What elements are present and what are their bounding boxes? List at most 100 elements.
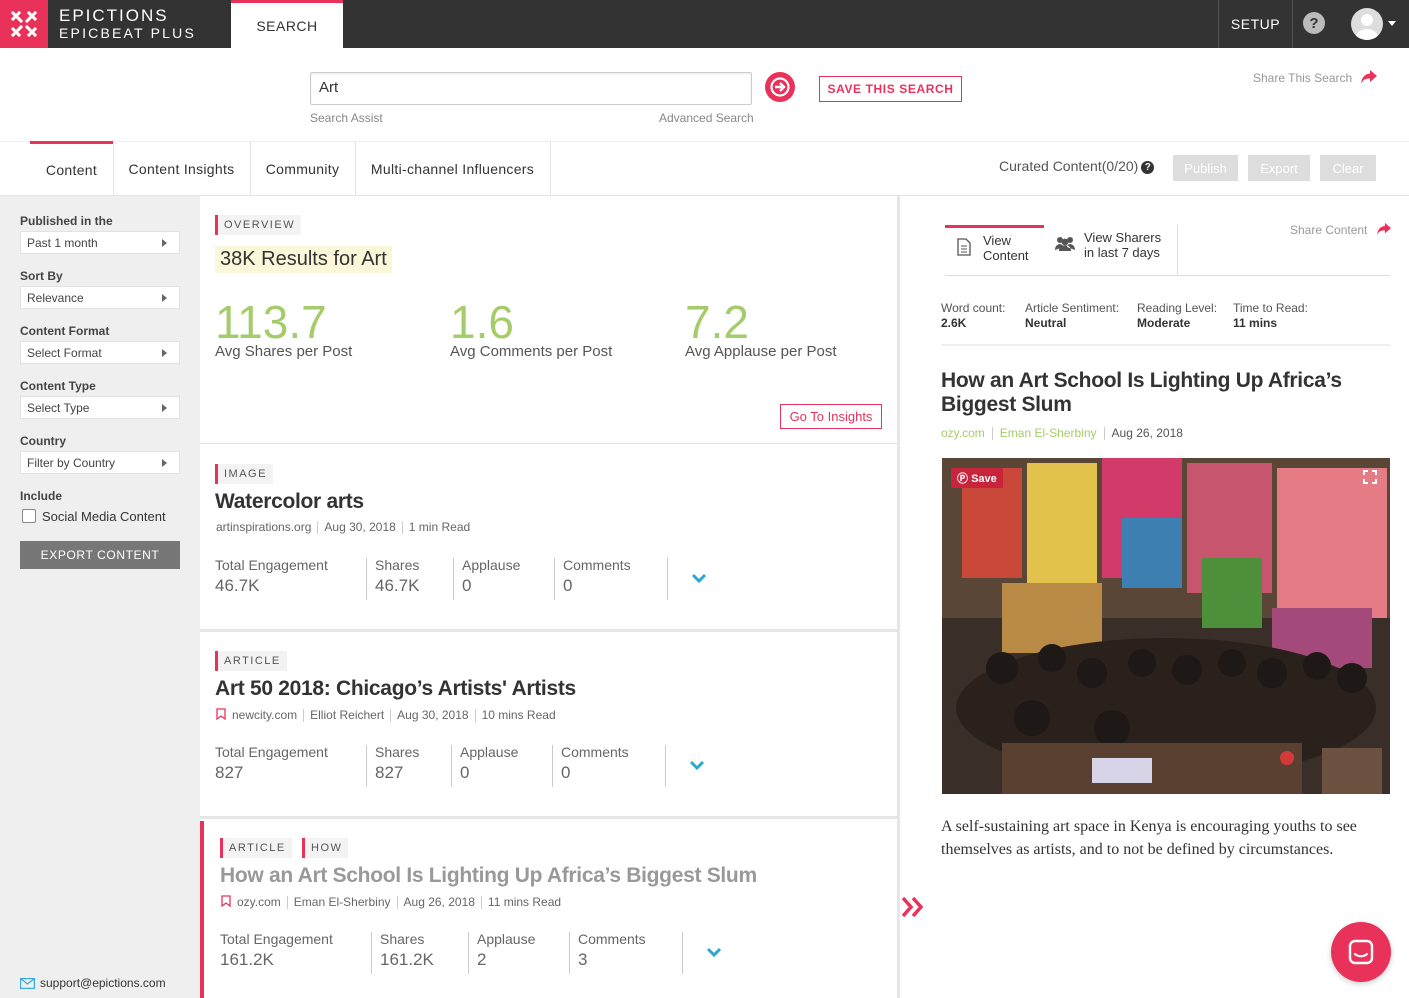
article-author[interactable]: Eman El-Sherbiny	[991, 427, 1104, 440]
tab-multichannel-influencers[interactable]: Multi-channel Influencers	[355, 142, 550, 196]
comments-stat: Comments 3	[578, 931, 646, 970]
save-search-button[interactable]: SAVE THIS SEARCH	[819, 76, 962, 102]
total-engagement-value: 827	[215, 763, 244, 782]
card-date: Aug 30, 2018	[317, 521, 401, 534]
detail-divider	[941, 344, 1390, 346]
card-type-tag: ARTICLE	[220, 838, 292, 858]
time-to-read-stat: Time to Read: 11 mins	[1233, 301, 1308, 330]
support-link[interactable]: support@epictions.com	[20, 976, 166, 990]
pinterest-icon: Ⓟ	[957, 473, 968, 485]
format-select[interactable]: Select Format	[20, 341, 180, 364]
time-to-read-value: 11 mins	[1233, 316, 1278, 330]
applause-stat: Applause 0	[462, 557, 520, 596]
share-icon[interactable]	[1360, 69, 1378, 85]
tab-community[interactable]: Community	[250, 142, 355, 196]
social-media-label: Social Media Content	[42, 509, 166, 524]
total-engagement-value: 46.7K	[215, 576, 260, 595]
stat-divider	[453, 558, 454, 600]
published-select[interactable]: Past 1 month	[20, 231, 180, 254]
pin-save-button[interactable]: Ⓟ Save	[951, 468, 1003, 488]
chevron-down-icon[interactable]	[691, 573, 707, 584]
sentiment-label: Article Sentiment:	[1025, 301, 1120, 315]
clear-button[interactable]: Clear	[1320, 155, 1376, 181]
card-source[interactable]: newcity.com	[232, 709, 303, 722]
word-count-stat: Word count: 2.6K	[941, 301, 1005, 330]
total-engagement: Total Engagement 46.7K	[215, 557, 328, 596]
pin-save-label: Save	[971, 473, 997, 485]
bookmark-icon[interactable]	[221, 895, 237, 910]
reading-level-value: Moderate	[1137, 316, 1191, 330]
export-button[interactable]: Export	[1248, 155, 1310, 181]
chevron-down-icon[interactable]	[706, 947, 722, 958]
double-chevron-right-icon[interactable]	[900, 895, 926, 919]
nav-search-tab[interactable]: SEARCH	[231, 0, 343, 48]
tab-view-content[interactable]: View Content	[945, 225, 1044, 275]
filter-label-type: Content Type	[20, 379, 96, 393]
card-meta: newcity.com Elliot Reichert Aug 30, 2018…	[216, 708, 562, 723]
article-source[interactable]: ozy.com	[941, 427, 992, 440]
chat-launcher-button[interactable]	[1331, 922, 1391, 982]
curated-content-text: Curated Content(0/20)	[999, 158, 1139, 174]
stat-divider	[366, 558, 367, 600]
applause-value: 0	[460, 763, 470, 782]
brand-line-2: EPICBEAT PLUS	[59, 25, 197, 41]
card-read-time: 1 min Read	[401, 521, 476, 534]
stat-divider	[569, 932, 570, 974]
article-description: A self-sustaining art space in Kenya is …	[941, 818, 1357, 858]
tab-underline	[945, 275, 1390, 276]
tab-content-insights[interactable]: Content Insights	[113, 142, 250, 196]
fullscreen-icon[interactable]	[1363, 470, 1377, 484]
tab-view-sharers[interactable]: View Sharers in last 7 days	[1044, 225, 1178, 275]
export-content-button[interactable]: EXPORT CONTENT	[20, 541, 180, 569]
avatar[interactable]	[1351, 8, 1383, 40]
search-input[interactable]: Art	[310, 72, 752, 105]
stat-divider	[451, 745, 452, 787]
share-icon[interactable]	[1376, 222, 1392, 236]
card-date: Aug 30, 2018	[390, 709, 474, 722]
go-to-insights-button[interactable]: Go To Insights	[780, 404, 882, 429]
search-submit-button[interactable]	[765, 72, 795, 102]
comments-value: 3	[578, 950, 588, 969]
social-media-checkbox[interactable]	[22, 509, 36, 523]
total-engagement-label: Total Engagement	[215, 557, 328, 573]
help-icon[interactable]: ?	[1303, 12, 1325, 34]
sort-select[interactable]: Relevance	[20, 286, 180, 309]
card-title[interactable]: Art 50 2018: Chicago’s Artists' Artists	[215, 677, 576, 701]
card-author: Eman El-Sherbiny	[286, 896, 397, 909]
article-title: How an Art School Is Lighting Up Africa’…	[941, 369, 1342, 416]
card-type-tag: IMAGE	[215, 464, 273, 484]
stat-divider	[667, 558, 668, 600]
share-search-link[interactable]: Share This Search	[1253, 71, 1352, 85]
filter-label-format: Content Format	[20, 324, 110, 338]
card-title[interactable]: Watercolor arts	[215, 490, 364, 514]
chevron-down-icon[interactable]	[1388, 21, 1396, 26]
chevron-down-icon[interactable]	[689, 760, 705, 771]
filter-label-sort: Sort By	[20, 269, 63, 283]
type-select[interactable]: Select Type	[20, 396, 180, 419]
question-icon[interactable]: ?	[1141, 161, 1155, 174]
tab-view-content-line1: View	[983, 233, 1011, 248]
comments-value: 0	[561, 763, 571, 782]
card-source[interactable]: ozy.com	[237, 896, 287, 909]
article-meta: ozy.com Eman El-Sherbiny Aug 26, 2018	[941, 427, 1190, 440]
share-content-link[interactable]: Share Content	[1290, 223, 1367, 237]
stat-divider	[552, 745, 553, 787]
shares-label: Shares	[380, 931, 425, 947]
nav-setup-button[interactable]: SETUP	[1218, 0, 1293, 48]
logo-icon[interactable]	[0, 0, 48, 48]
tab-content[interactable]: Content	[30, 141, 113, 195]
applause-value: 2	[477, 950, 487, 969]
publish-button[interactable]: Publish	[1173, 155, 1238, 181]
comments-stat: Comments 0	[561, 744, 629, 783]
total-engagement-label: Total Engagement	[220, 931, 333, 947]
chat-icon	[1348, 939, 1374, 965]
card-title[interactable]: How an Art School Is Lighting Up Africa’…	[220, 864, 757, 888]
bookmark-icon[interactable]	[216, 708, 232, 723]
advanced-search-link[interactable]: Advanced Search	[659, 111, 754, 125]
tab-view-sharers-line1: View Sharers	[1084, 230, 1162, 245]
search-assist-link[interactable]: Search Assist	[310, 111, 383, 125]
total-engagement-value: 161.2K	[220, 950, 274, 969]
country-select[interactable]: Filter by Country	[20, 451, 180, 474]
card-source[interactable]: artinspirations.org	[216, 521, 317, 534]
avg-applause-label: Avg Applause per Post	[685, 343, 837, 360]
